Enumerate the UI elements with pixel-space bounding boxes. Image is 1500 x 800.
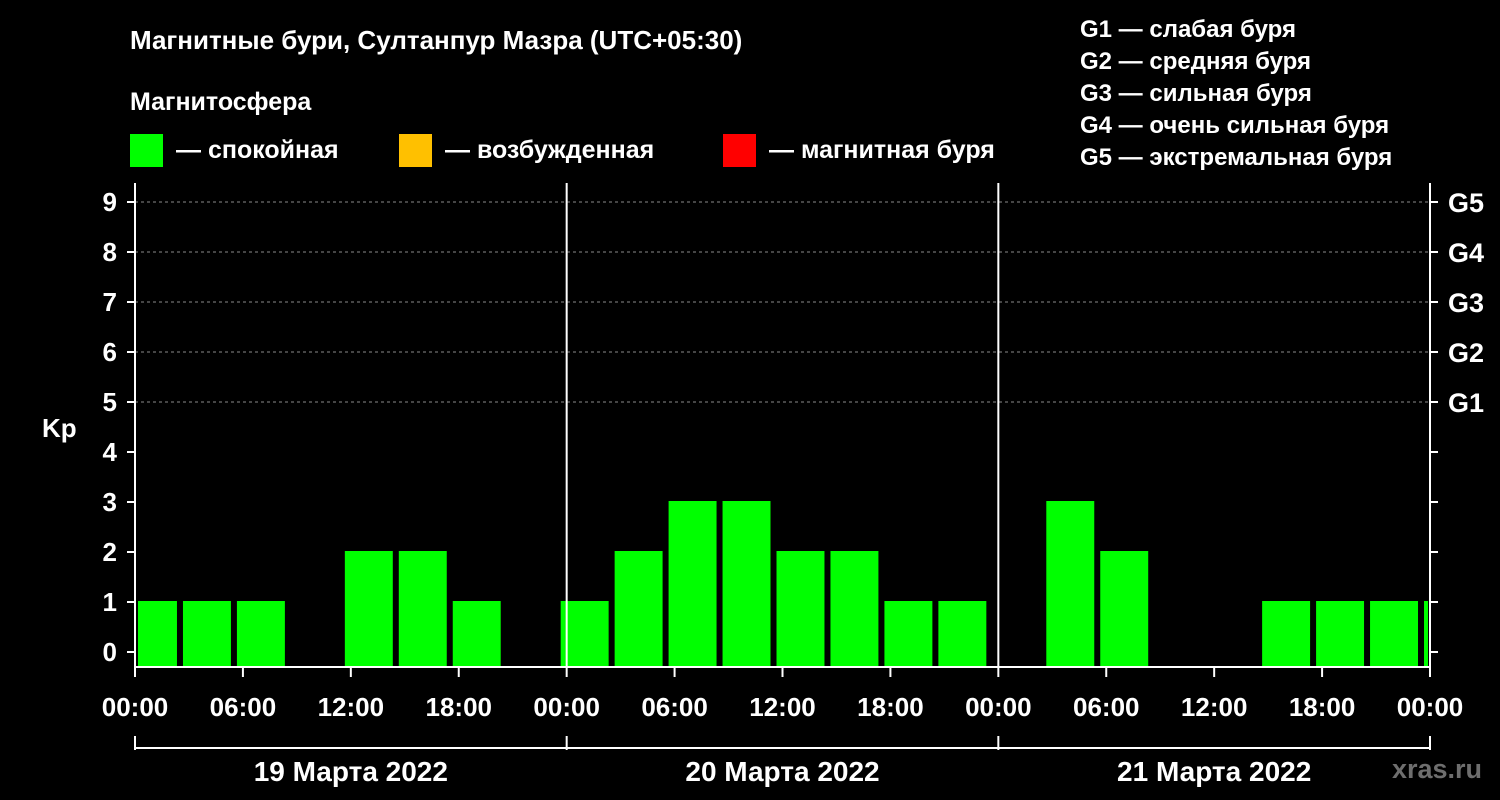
x-tick-label: 00:00: [1397, 692, 1464, 722]
y-tick-label: 2: [103, 537, 117, 567]
bar: [668, 501, 717, 667]
x-tick-label: 06:00: [1073, 692, 1140, 722]
bar: [1424, 601, 1428, 667]
legend-label-0: — спокойная: [176, 136, 339, 164]
bar: [1046, 501, 1095, 667]
x-tick-label: 12:00: [749, 692, 816, 722]
storm-scale-item-1: G2 — средняя буря: [1080, 48, 1311, 75]
x-tick-label: 06:00: [641, 692, 708, 722]
bar: [138, 601, 177, 667]
bar: [182, 601, 231, 667]
y-tick-label: 6: [103, 337, 117, 367]
bar: [1370, 601, 1419, 667]
right-tick-label: G2: [1448, 338, 1484, 368]
day-label: 20 Марта 2022: [685, 756, 879, 787]
y-tick-label: 8: [103, 237, 117, 267]
legend-swatch-0: [130, 134, 163, 167]
legend-swatch-2: [723, 134, 756, 167]
bar: [830, 551, 879, 667]
x-tick-label: 18:00: [426, 692, 493, 722]
x-tick-label: 18:00: [1289, 692, 1356, 722]
storm-scale-legend: G1 — слабая буря G2 — средняя буря G3 — си…: [1080, 16, 1392, 171]
bar: [398, 551, 447, 667]
bar: [236, 601, 285, 667]
chart-title: Магнитные бури, Султанпур Мазра (UTC+05:…: [130, 25, 742, 55]
bars: [138, 501, 1428, 667]
y-tick-label: 1: [103, 587, 117, 617]
y-tick-label: 5: [103, 387, 117, 417]
x-tick-label: 12:00: [318, 692, 385, 722]
y-axis-label: Kp: [42, 413, 77, 443]
bar: [452, 601, 501, 667]
bar: [1262, 601, 1311, 667]
bar: [938, 601, 987, 667]
storm-scale-item-4: G5 — экстремальная буря: [1080, 144, 1392, 171]
day-label: 21 Марта 2022: [1117, 756, 1311, 787]
day-label: 19 Марта 2022: [254, 756, 448, 787]
bar: [344, 551, 393, 667]
x-tick-label: 18:00: [857, 692, 924, 722]
storm-scale-item-0: G1 — слабая буря: [1080, 16, 1296, 43]
x-tick-label: 00:00: [965, 692, 1032, 722]
legend-swatch-1: [399, 134, 432, 167]
storm-scale-item-3: G4 — очень сильная буря: [1080, 112, 1389, 139]
y-tick-label: 9: [103, 187, 117, 217]
y-tick-label: 4: [103, 437, 118, 467]
x-tick-label: 06:00: [210, 692, 277, 722]
y-tick-label: 7: [103, 287, 117, 317]
legend-label-1: — возбужденная: [445, 136, 654, 164]
x-tick-label: 00:00: [533, 692, 600, 722]
x-tick-label: 00:00: [102, 692, 169, 722]
bar: [614, 551, 663, 667]
grid: [135, 201, 1430, 403]
right-tick-label: G1: [1448, 388, 1484, 418]
bar: [722, 501, 771, 667]
kp-chart: Магнитные бури, Султанпур Мазра (UTC+05:…: [42, 16, 1484, 787]
legend: — спокойная — возбужденная — магнитная бур…: [130, 134, 995, 167]
bar: [560, 601, 609, 667]
y-tick-label: 0: [103, 637, 117, 667]
right-tick-label: G5: [1448, 188, 1484, 218]
bar: [884, 601, 933, 667]
x-tick-label: 12:00: [1181, 692, 1248, 722]
legend-heading: Магнитосфера: [130, 88, 312, 116]
right-tick-label: G3: [1448, 288, 1484, 318]
bar: [1316, 601, 1365, 667]
storm-scale-item-2: G3 — сильная буря: [1080, 80, 1312, 107]
legend-label-2: — магнитная буря: [769, 136, 995, 164]
bar: [1100, 551, 1149, 667]
axes: 0 1 2 3 4 5 6 7 8 9 G1 G2 G3 G4 G5 00:00 06:00 12:00 18:00…: [102, 183, 1484, 787]
watermark: xras.ru: [1392, 754, 1482, 784]
y-tick-label: 3: [103, 487, 117, 517]
right-tick-label: G4: [1448, 238, 1484, 268]
bar: [776, 551, 825, 667]
